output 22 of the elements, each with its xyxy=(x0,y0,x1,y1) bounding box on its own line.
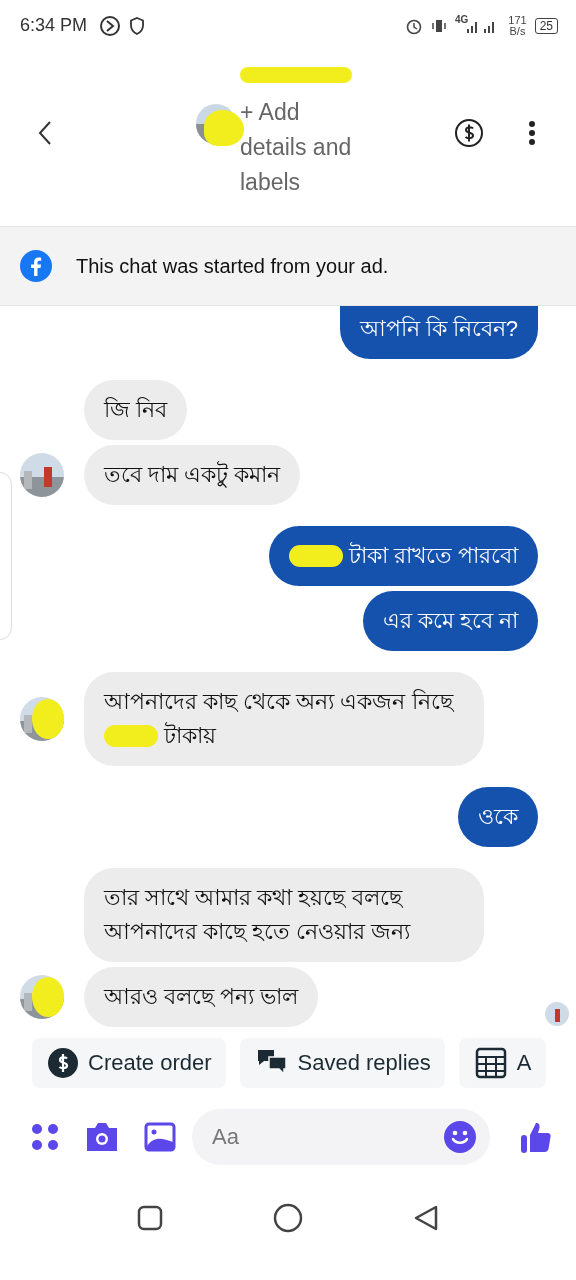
quick-reply-chip[interactable]: A xyxy=(458,1037,546,1088)
quick-reply-chip[interactable]: Saved replies xyxy=(239,1037,445,1088)
quick-reply-chip[interactable]: Create order xyxy=(32,1037,226,1088)
battery-indicator: 25 xyxy=(534,17,558,34)
message-text: তার সাথে আমার কথা হয়ছে বলছে আপনাদের কাছে হতে নেওয়ার জন্য xyxy=(104,884,412,947)
message-text: টাকায় xyxy=(164,721,216,751)
message-text: আরও বলছে পন্য ভাল xyxy=(104,983,299,1012)
status-time: 6:34 PM xyxy=(20,15,88,36)
message-field[interactable]: Aa xyxy=(192,1109,490,1166)
add-details-link[interactable]: + Add details and labels xyxy=(240,94,370,200)
network-speed: 171 xyxy=(508,14,527,26)
message-input[interactable]: Aa xyxy=(210,1123,444,1152)
message-text: টাকা রাখতে পারবো xyxy=(348,541,518,571)
message-text: ওকে xyxy=(478,803,518,832)
message-text: জি নিব xyxy=(104,396,168,425)
speed-unit: B/s xyxy=(509,25,526,37)
message-text: আপনি কি নিবেন? xyxy=(359,315,518,344)
message-text: আপনাদের কাছ থেকে অন্য একজন নিছে xyxy=(104,688,453,717)
message-text: তবে দাম একটু কমান xyxy=(104,460,281,490)
network-type: 4G xyxy=(454,14,469,25)
message-text: এর কমে হবে না xyxy=(382,607,518,636)
ad-banner-text: This chat was started from your ad. xyxy=(76,254,389,278)
